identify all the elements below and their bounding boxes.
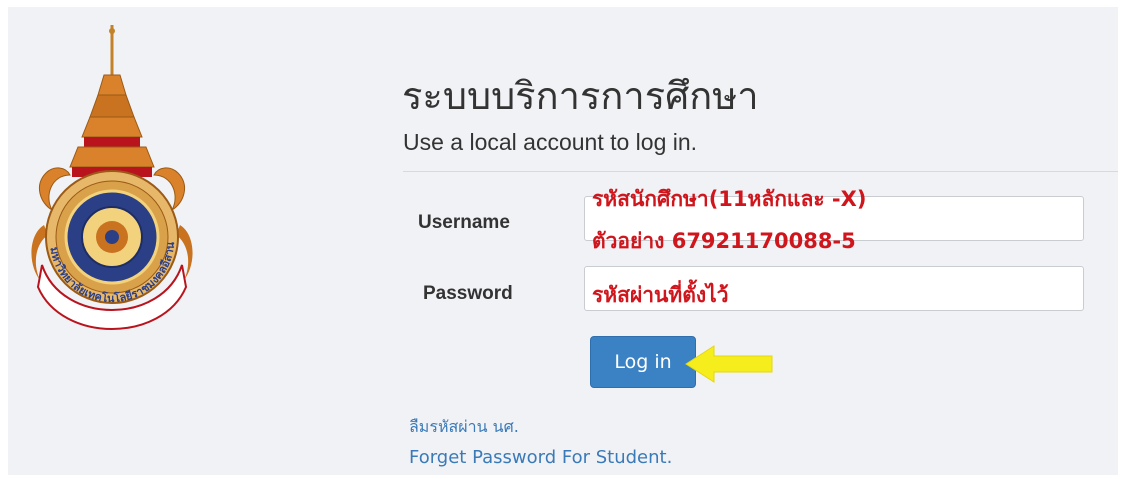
- password-label: Password: [423, 283, 513, 304]
- university-logo: มหาวิทยาลัยเทคโนโลยีราชมงคลอีสาน: [31, 25, 193, 330]
- forgot-password-link-th[interactable]: ลืมรหัสผ่าน นศ.: [409, 415, 519, 440]
- login-button[interactable]: Log in: [590, 336, 696, 388]
- username-example-annotation: ตัวอย่าง 67921170088-5: [592, 229, 856, 253]
- username-label: Username: [418, 212, 510, 233]
- username-hint-annotation: รหัสนักศึกษา(11หลักและ -X): [592, 187, 867, 211]
- page-subtitle: Use a local account to log in.: [403, 129, 698, 155]
- login-page: มหาวิทยาลัยเทคโนโลยีราชมงคลอีสาน ระบบบริ…: [8, 7, 1118, 475]
- divider: [403, 171, 1118, 172]
- arrow-left-icon: [685, 345, 773, 383]
- page-title: ระบบบริการการศึกษา: [402, 74, 759, 118]
- password-hint-annotation: รหัสผ่านที่ตั้งไว้: [592, 283, 729, 307]
- forgot-password-link-en[interactable]: Forget Password For Student.: [409, 447, 672, 468]
